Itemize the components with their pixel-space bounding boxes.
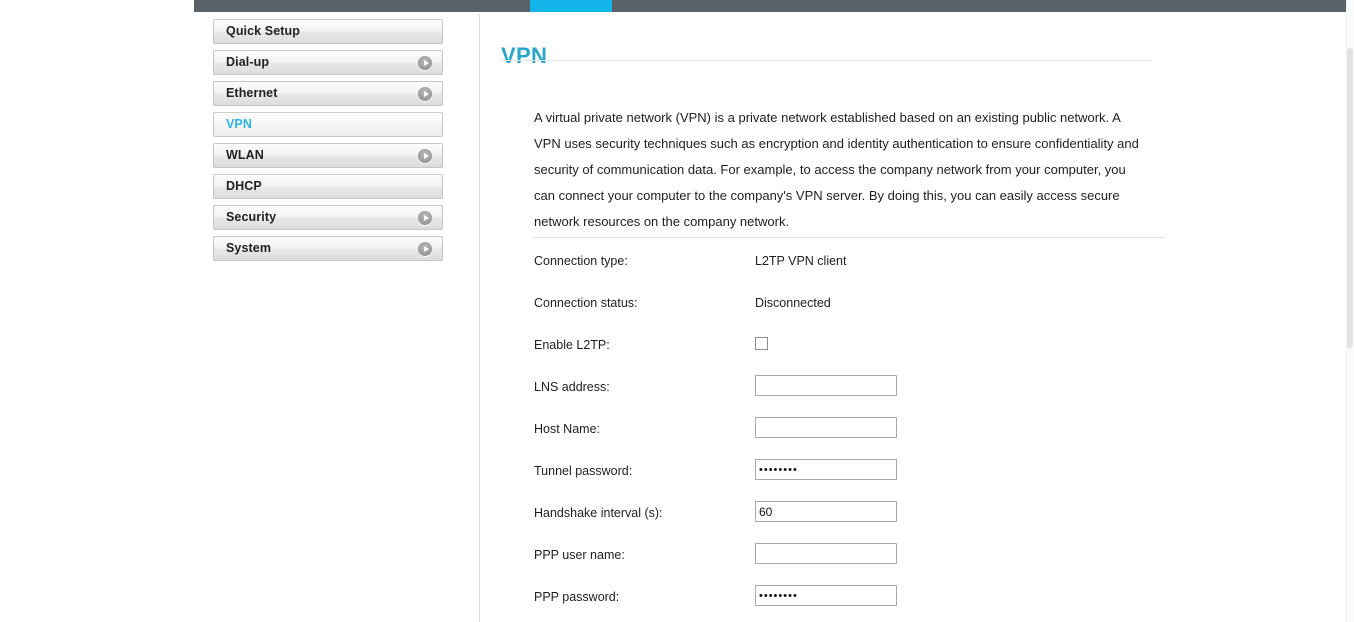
connection-type-value: L2TP VPN client	[755, 254, 847, 268]
row-connection-status: Connection status: Disconnected	[534, 291, 1234, 333]
sidebar-item-security[interactable]: Security	[213, 205, 443, 230]
connection-status-label: Connection status:	[534, 296, 638, 310]
chevron-right-icon	[418, 55, 432, 70]
host-name-label: Host Name:	[534, 422, 600, 436]
title-divider	[501, 60, 1152, 61]
vpn-settings-form: Connection type: L2TP VPN client Connect…	[534, 249, 1234, 622]
enable-l2tp-label: Enable L2TP:	[534, 338, 610, 352]
vpn-settings-page: Quick Setup Dial-up Ethernet VPN WLAN DH…	[0, 0, 1354, 622]
sidebar-item-ethernet[interactable]: Ethernet	[213, 81, 443, 106]
sidebar-item-label: Security	[226, 210, 277, 225]
page-scrollbar-track[interactable]	[1346, 0, 1354, 622]
enable-l2tp-checkbox[interactable]	[755, 337, 768, 350]
ppp-user-name-input[interactable]	[755, 543, 897, 564]
connection-status-value: Disconnected	[755, 296, 831, 310]
sidebar-item-label: Ethernet	[226, 86, 278, 101]
ppp-password-input[interactable]	[755, 585, 897, 606]
lns-address-input[interactable]	[755, 375, 897, 396]
ppp-user-name-label: PPP user name:	[534, 548, 625, 562]
ppp-password-label: PPP password:	[534, 590, 620, 604]
sidebar-nav: Quick Setup Dial-up Ethernet VPN WLAN DH…	[213, 19, 443, 267]
top-header-bar	[194, 0, 1354, 12]
chevron-right-icon	[418, 86, 432, 101]
sidebar-item-label: System	[226, 241, 272, 256]
row-host-name: Host Name:	[534, 417, 1234, 459]
connection-type-label: Connection type:	[534, 254, 628, 268]
chevron-right-icon	[418, 210, 432, 225]
handshake-interval-input[interactable]	[755, 501, 897, 522]
main-content: VPN A virtual private network (VPN) is a…	[480, 14, 1354, 622]
row-tunnel-password: Tunnel password:	[534, 459, 1234, 501]
tunnel-password-input[interactable]	[755, 459, 897, 480]
sidebar-item-label: WLAN	[226, 148, 264, 163]
chevron-right-icon	[418, 241, 432, 256]
sidebar-item-dhcp[interactable]: DHCP	[213, 174, 443, 199]
lns-address-label: LNS address:	[534, 380, 610, 394]
row-handshake-interval: Handshake interval (s):	[534, 501, 1234, 543]
row-ppp-user-name: PPP user name:	[534, 543, 1234, 585]
chevron-right-icon	[418, 148, 432, 163]
row-connection-type: Connection type: L2TP VPN client	[534, 249, 1234, 291]
active-tab-indicator[interactable]	[530, 0, 612, 12]
sidebar-item-system[interactable]: System	[213, 236, 443, 261]
tunnel-password-label: Tunnel password:	[534, 464, 633, 478]
sidebar-item-label: Dial-up	[226, 55, 270, 70]
sidebar-item-vpn[interactable]: VPN	[213, 112, 443, 137]
sidebar-item-label: VPN	[226, 117, 253, 132]
vpn-description: A virtual private network (VPN) is a pri…	[534, 110, 1139, 229]
host-name-input[interactable]	[755, 417, 897, 438]
sidebar-item-label: Quick Setup	[226, 24, 301, 39]
handshake-interval-label: Handshake interval (s):	[534, 506, 663, 520]
row-ppp-password: PPP password:	[534, 585, 1234, 622]
page-title: VPN	[501, 42, 548, 68]
sidebar-item-label: DHCP	[226, 179, 262, 194]
row-enable-l2tp: Enable L2TP:	[534, 333, 1234, 375]
page-scrollbar-thumb[interactable]	[1347, 48, 1353, 348]
sidebar-item-wlan[interactable]: WLAN	[213, 143, 443, 168]
sidebar-item-quick-setup[interactable]: Quick Setup	[213, 19, 443, 44]
row-lns-address: LNS address:	[534, 375, 1234, 417]
sidebar-item-dial-up[interactable]: Dial-up	[213, 50, 443, 75]
section-divider	[534, 237, 1165, 238]
